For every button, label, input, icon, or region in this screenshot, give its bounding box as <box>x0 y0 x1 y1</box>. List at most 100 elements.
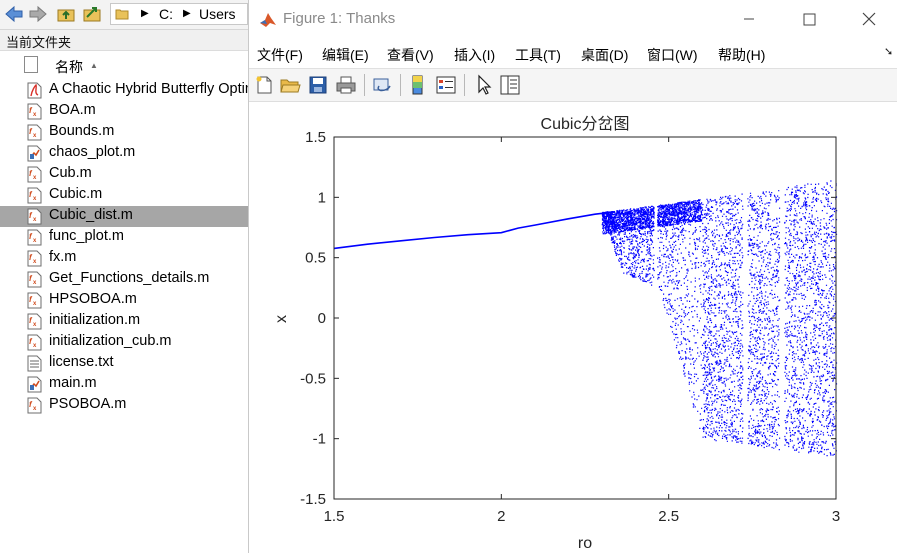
scatter-points <box>333 180 838 457</box>
toolbar-separator <box>464 74 465 96</box>
chart-title: Cubic分岔图 <box>541 115 630 133</box>
file-name: Cub.m <box>49 165 92 181</box>
file-row[interactable]: license.txt <box>0 353 248 374</box>
plot-box <box>333 136 837 500</box>
property-inspector-icon[interactable] <box>499 74 521 96</box>
save-icon[interactable] <box>307 74 329 96</box>
figure-toolbar <box>249 68 897 102</box>
file-row[interactable]: f x fx.m <box>0 248 248 269</box>
y-tick-label: 0 <box>318 310 326 327</box>
print-icon[interactable] <box>335 74 357 96</box>
edit-plot-icon[interactable] <box>473 74 495 96</box>
script-file-icon <box>27 376 42 393</box>
menu-desktop[interactable]: 桌面(D) <box>581 45 628 65</box>
path-separator-icon: ▶ <box>183 8 191 19</box>
menu-edit[interactable]: 编辑(E) <box>322 45 369 65</box>
new-figure-icon[interactable] <box>253 74 275 96</box>
function-file-icon: fx <box>27 271 42 288</box>
file-row[interactable]: f x Cub.m <box>0 164 248 185</box>
panel-title: 当前文件夹 <box>6 35 72 50</box>
title-bar: Figure 1: Thanks <box>249 0 897 38</box>
function-file-icon: fx <box>27 313 42 330</box>
function-file-icon: fx <box>27 250 42 267</box>
file-name: initialization.m <box>49 312 141 328</box>
sort-ascending-icon[interactable]: ▲ <box>90 61 98 70</box>
dock-arrow-icon[interactable]: ➘ <box>884 45 893 58</box>
file-type-header-icon <box>24 56 38 73</box>
minimize-icon[interactable] <box>738 8 760 30</box>
browse-folder-icon[interactable] <box>82 4 102 24</box>
file-row[interactable]: f x BOA.m <box>0 101 248 122</box>
function-file-icon: fx <box>27 397 42 414</box>
forward-arrow-icon[interactable] <box>28 4 48 24</box>
link-plot-icon[interactable] <box>371 74 393 96</box>
file-name: fx.m <box>49 249 77 265</box>
file-name: A Chaotic Hybrid Butterfly Optimization <box>49 81 248 97</box>
function-file-icon: fx <box>27 103 42 120</box>
insert-colorbar-icon[interactable] <box>407 74 429 96</box>
bifurcation-chart[interactable]: Cubic分岔图 1.5 2 2.5 3 1.5 1 0.5 0 -0.5 -1 -1.5 ro x <box>249 102 897 553</box>
close-icon[interactable] <box>858 8 880 30</box>
file-row[interactable]: f x HPSOBOA.m <box>0 290 248 311</box>
menu-help[interactable]: 帮助(H) <box>718 45 765 65</box>
file-name: Cubic.m <box>49 186 103 202</box>
file-list: A Chaotic Hybrid Butterfly Optimization f… <box>0 80 248 416</box>
back-arrow-icon[interactable] <box>4 4 24 24</box>
path-box[interactable]: ▶ C: ▶ Users <box>110 3 248 25</box>
path-part-drive[interactable]: C: <box>159 6 173 22</box>
matlab-logo-icon <box>260 13 276 27</box>
file-row[interactable]: f x initialization.m <box>0 311 248 332</box>
function-file-icon: fx <box>27 292 42 309</box>
file-row[interactable]: f x initialization_cub.m <box>0 332 248 353</box>
function-file-icon: fx <box>27 229 42 246</box>
y-tick-label: 0.5 <box>305 250 326 267</box>
x-axis-label: ro <box>578 535 592 552</box>
menu-file[interactable]: 文件(F) <box>257 45 303 65</box>
y-tick-label: -0.5 <box>300 370 326 387</box>
file-row[interactable]: chaos_plot.m <box>0 143 248 164</box>
path-part-users[interactable]: Users <box>199 6 236 22</box>
figure-window: Figure 1: Thanks 文件(F) 编辑(E) 查看(V) 插入(I)… <box>248 0 897 553</box>
function-file-icon: fx <box>27 187 42 204</box>
maximize-icon[interactable] <box>798 8 820 30</box>
address-bar: ▶ C: ▶ Users <box>0 0 248 30</box>
name-column-header[interactable]: 名称 <box>55 57 83 77</box>
path-separator-icon: ▶ <box>141 8 149 19</box>
open-file-icon[interactable] <box>279 74 301 96</box>
y-axis-label: x <box>273 315 290 323</box>
menu-view[interactable]: 查看(V) <box>387 45 434 65</box>
menu-insert[interactable]: 插入(I) <box>454 45 495 65</box>
file-row[interactable]: f x Bounds.m <box>0 122 248 143</box>
folder-icon <box>115 9 129 20</box>
function-file-icon: fx <box>27 166 42 183</box>
file-row[interactable]: main.m <box>0 374 248 395</box>
stable-branch-line <box>333 211 616 250</box>
x-tick-label: 2.5 <box>658 508 679 525</box>
column-header[interactable]: 名称 ▲ <box>0 53 248 77</box>
script-file-icon <box>27 145 42 162</box>
up-folder-icon[interactable] <box>56 4 76 24</box>
file-row[interactable]: f x func_plot.m <box>0 227 248 248</box>
menu-window[interactable]: 窗口(W) <box>647 45 698 65</box>
toolbar-separator <box>400 74 401 96</box>
menu-tools[interactable]: 工具(T) <box>515 45 561 65</box>
text-file-icon <box>27 355 42 372</box>
y-tick-label: 1.5 <box>305 129 326 146</box>
file-row[interactable]: f x Cubic.m <box>0 185 248 206</box>
insert-legend-icon[interactable] <box>435 74 457 96</box>
file-row[interactable]: f x Get_Functions_details.m <box>0 269 248 290</box>
file-row[interactable]: f x Cubic_dist.m <box>0 206 248 227</box>
file-row[interactable]: f x PSOBOA.m <box>0 395 248 416</box>
file-name: chaos_plot.m <box>49 144 136 160</box>
x-tick-label: 1.5 <box>324 508 345 525</box>
file-name: main.m <box>49 375 97 391</box>
file-name: Cubic_dist.m <box>49 207 133 223</box>
plot-area: Cubic分岔图 1.5 2 2.5 3 1.5 1 0.5 0 -0.5 -1 -1.5 ro x <box>249 102 897 553</box>
file-row[interactable]: A Chaotic Hybrid Butterfly Optimization <box>0 80 248 101</box>
pdf-file-icon <box>27 82 42 99</box>
file-name: Bounds.m <box>49 123 115 139</box>
x-tick-label: 3 <box>832 508 840 525</box>
y-tick-label: -1.5 <box>300 491 326 508</box>
function-file-icon: fx <box>27 124 42 141</box>
file-name: license.txt <box>49 354 114 370</box>
